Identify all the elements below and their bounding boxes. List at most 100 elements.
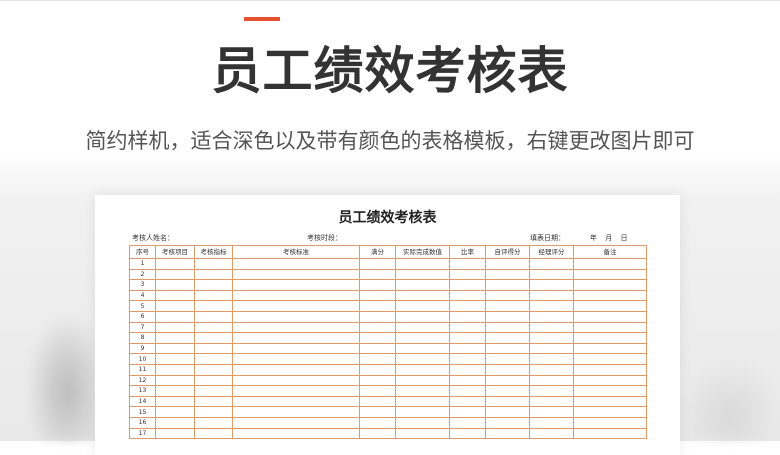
table-cell[interactable] [449, 363, 486, 376]
table-cell[interactable] [194, 310, 233, 323]
table-cell[interactable] [529, 258, 574, 270]
table-cell[interactable] [359, 300, 396, 312]
table-cell[interactable] [573, 332, 647, 344]
table-cell[interactable] [232, 289, 360, 302]
table-cell[interactable] [395, 289, 450, 302]
table-cell[interactable] [573, 342, 647, 355]
table-cell[interactable] [485, 427, 530, 440]
table-cell[interactable] [359, 310, 396, 323]
table-cell[interactable] [395, 342, 450, 355]
table-cell[interactable] [573, 289, 647, 302]
table-cell[interactable] [449, 353, 486, 365]
table-cell[interactable] [194, 300, 233, 312]
table-cell[interactable] [232, 395, 360, 408]
table-cell[interactable] [194, 289, 233, 302]
table-cell[interactable] [232, 310, 360, 323]
table-cell[interactable] [155, 374, 195, 387]
table-cell[interactable] [449, 258, 486, 270]
table-cell[interactable] [359, 406, 396, 418]
table-cell[interactable] [529, 427, 574, 440]
table-cell[interactable] [573, 300, 647, 312]
table-cell[interactable] [359, 374, 396, 387]
table-cell[interactable] [359, 395, 396, 408]
table-cell[interactable] [485, 353, 530, 365]
table-cell[interactable] [573, 363, 647, 376]
table-cell[interactable] [573, 385, 647, 397]
table-cell[interactable] [395, 427, 450, 440]
table-cell[interactable] [194, 406, 233, 418]
table-cell[interactable] [449, 374, 486, 387]
table-cell[interactable] [359, 363, 396, 376]
table-cell[interactable] [194, 395, 233, 408]
table-cell[interactable] [155, 363, 195, 376]
table-cell[interactable] [449, 385, 486, 397]
table-cell[interactable] [155, 300, 195, 312]
table-cell[interactable] [194, 321, 233, 334]
table-cell[interactable] [485, 332, 530, 344]
table-cell[interactable] [573, 395, 647, 408]
table-cell[interactable] [449, 321, 486, 334]
table-cell[interactable] [155, 289, 195, 302]
table-cell[interactable] [232, 385, 360, 397]
table-cell[interactable] [194, 385, 233, 397]
table-cell[interactable] [529, 374, 574, 387]
table-cell[interactable] [155, 416, 195, 429]
table-cell[interactable] [395, 321, 450, 334]
table-cell[interactable] [573, 406, 647, 418]
table-cell[interactable] [485, 289, 530, 302]
table-cell[interactable] [485, 258, 530, 270]
table-cell[interactable] [359, 321, 396, 334]
table-cell[interactable] [573, 353, 647, 365]
table-cell[interactable] [155, 310, 195, 323]
table-cell[interactable] [573, 416, 647, 429]
table-cell[interactable] [194, 416, 233, 429]
table-cell[interactable] [449, 427, 486, 440]
table-cell[interactable] [232, 363, 360, 376]
table-cell[interactable] [194, 374, 233, 387]
table-cell[interactable] [232, 374, 360, 387]
table-cell[interactable] [485, 268, 530, 281]
table-cell[interactable] [194, 279, 233, 291]
table-cell[interactable] [485, 279, 530, 291]
table-cell[interactable] [395, 406, 450, 418]
table-cell[interactable] [232, 427, 360, 440]
table-cell[interactable] [359, 289, 396, 302]
table-cell[interactable] [573, 258, 647, 270]
table-cell[interactable] [573, 268, 647, 281]
table-cell[interactable] [529, 342, 574, 355]
table-cell[interactable] [155, 332, 195, 344]
table-cell[interactable] [359, 353, 396, 365]
table-cell[interactable] [395, 258, 450, 270]
table-cell[interactable] [395, 268, 450, 281]
table-cell[interactable] [485, 300, 530, 312]
table-cell[interactable] [232, 300, 360, 312]
table-cell[interactable] [485, 406, 530, 418]
table-cell[interactable] [449, 395, 486, 408]
table-cell[interactable] [232, 353, 360, 365]
table-cell[interactable] [529, 310, 574, 323]
table-cell[interactable] [194, 353, 233, 365]
table-cell[interactable] [194, 268, 233, 281]
table-cell[interactable] [232, 416, 360, 429]
table-cell[interactable] [449, 300, 486, 312]
table-cell[interactable] [359, 416, 396, 429]
table-cell[interactable] [485, 416, 530, 429]
table-cell[interactable] [449, 406, 486, 418]
table-cell[interactable] [155, 321, 195, 334]
table-cell[interactable] [155, 395, 195, 408]
table-cell[interactable] [529, 279, 574, 291]
table-cell[interactable] [395, 374, 450, 387]
table-cell[interactable] [232, 321, 360, 334]
table-cell[interactable] [485, 321, 530, 334]
table-cell[interactable] [359, 279, 396, 291]
table-cell[interactable] [529, 353, 574, 365]
table-cell[interactable] [395, 385, 450, 397]
table-cell[interactable] [155, 342, 195, 355]
table-cell[interactable] [529, 416, 574, 429]
table-cell[interactable] [449, 332, 486, 344]
table-cell[interactable] [485, 310, 530, 323]
table-cell[interactable] [359, 385, 396, 397]
table-cell[interactable] [155, 406, 195, 418]
table-cell[interactable] [573, 321, 647, 334]
table-cell[interactable] [155, 268, 195, 281]
